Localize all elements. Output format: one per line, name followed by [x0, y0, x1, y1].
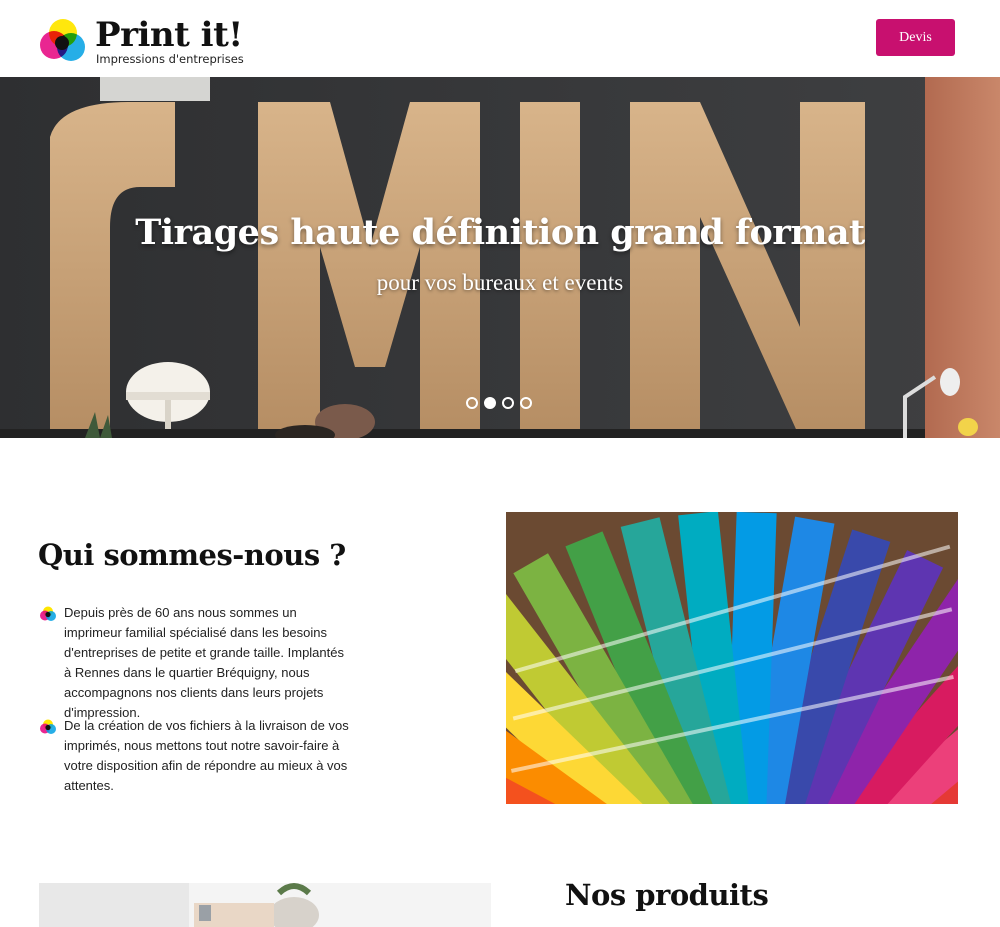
office-desk-graphic [39, 883, 491, 927]
color-swatches-graphic [506, 512, 958, 804]
about-title: Qui sommes-nous ? [38, 538, 346, 572]
logo-subtitle: Impressions d'entreprises [96, 52, 244, 66]
site-header: Print it! Impressions d'entreprises Devi… [0, 0, 1000, 77]
hero-subtitle: pour vos bureaux et events [376, 270, 624, 295]
pantone-swatches-image [506, 512, 958, 804]
carousel-dots [466, 397, 534, 409]
site-logo[interactable]: Print it! Impressions d'entreprises [38, 15, 258, 69]
products-title: Nos produits [565, 878, 769, 912]
cmyk-circles-icon [40, 19, 85, 61]
carousel-dot-4[interactable] [520, 397, 532, 409]
hero-background-image [0, 77, 1000, 438]
cmyk-bullet-icon [40, 606, 56, 621]
hero-title: Tirages haute définition grand format [135, 212, 865, 253]
logo-title: Print it! [95, 15, 243, 55]
cmyk-bullet-icon [40, 719, 56, 734]
devis-button[interactable]: Devis [876, 19, 955, 56]
hero-carousel: Tirages haute définition grand format po… [0, 77, 1000, 438]
about-paragraph-text: Depuis près de 60 ans nous sommes un imp… [64, 605, 344, 720]
carousel-dot-2[interactable] [484, 397, 496, 409]
carousel-dot-3[interactable] [502, 397, 514, 409]
about-paragraph-text: De la création de vos fichiers à la livr… [64, 718, 349, 793]
about-paragraph: De la création de vos fichiers à la livr… [40, 716, 350, 796]
carousel-dot-1[interactable] [466, 397, 478, 409]
about-paragraph: Depuis près de 60 ans nous sommes un imp… [40, 603, 350, 723]
products-image [39, 883, 491, 927]
